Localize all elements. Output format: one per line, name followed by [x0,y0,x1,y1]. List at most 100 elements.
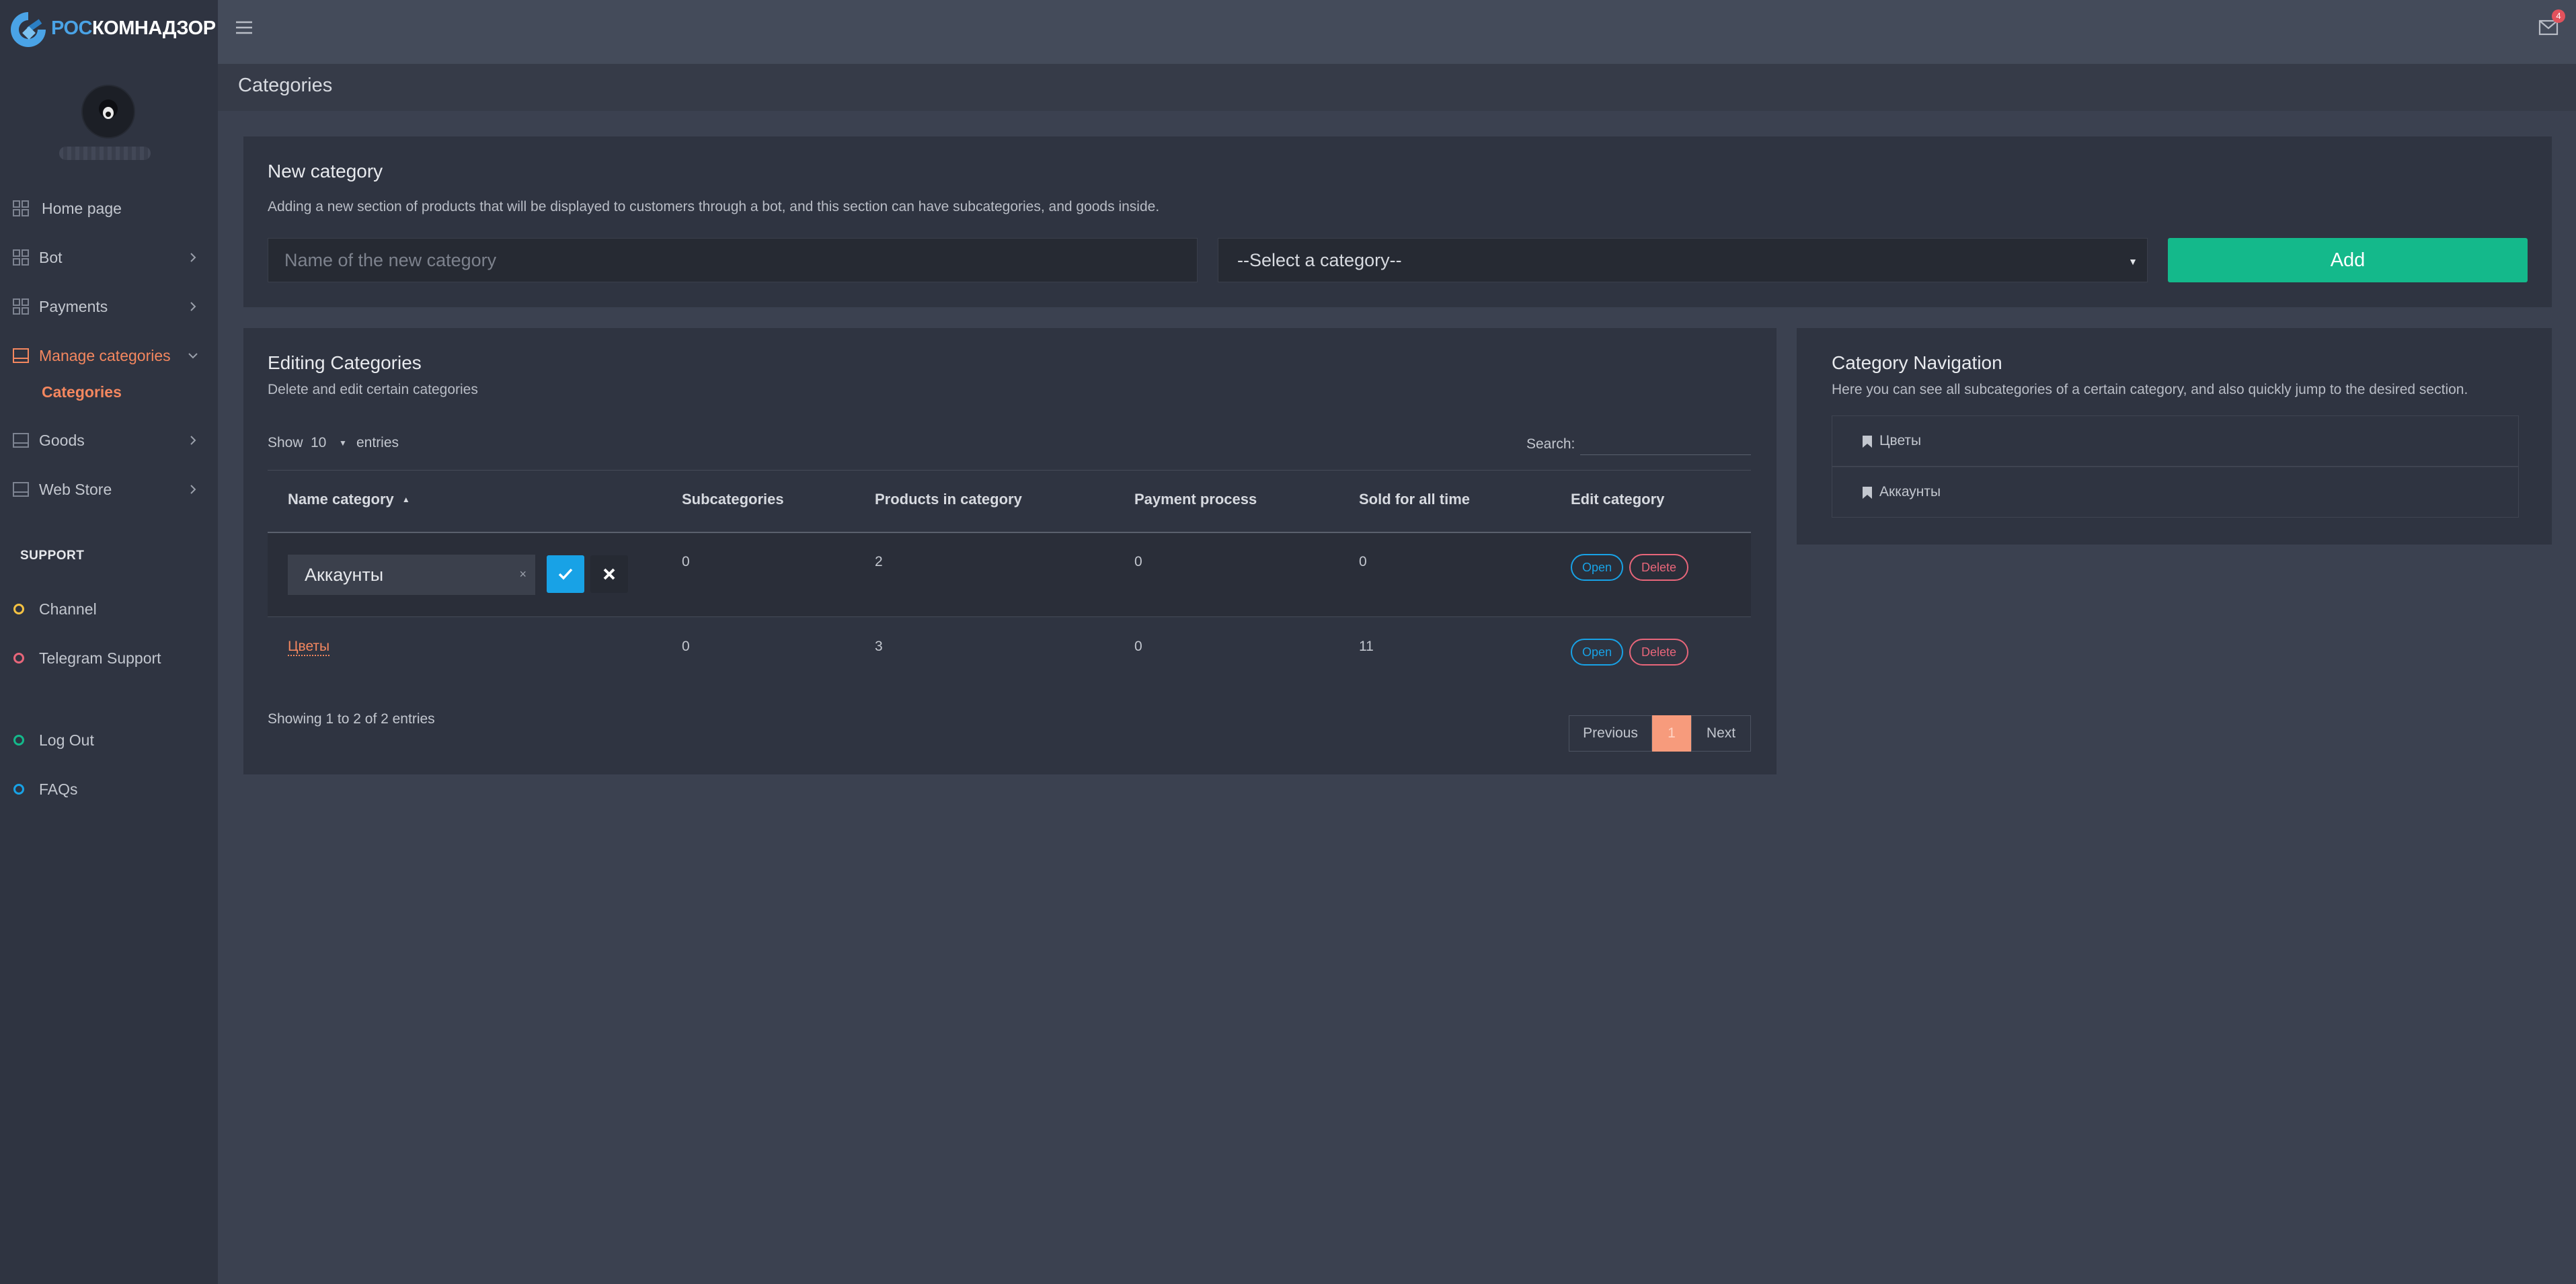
column-header-sold[interactable]: Sold for all time [1359,491,1470,508]
sidebar-item-label: Channel [39,600,97,618]
status-dot-icon [13,604,24,614]
editing-categories-card: Editing Categories Delete and edit certa… [243,328,1777,774]
hamburger-menu-icon[interactable] [234,17,254,38]
sidebar-subitem-categories[interactable]: Categories [42,383,122,401]
sidebar-item-web-store[interactable]: Web Store [0,469,218,510]
navigation-item[interactable]: Аккаунты [1832,467,2519,518]
grid-icon [13,298,29,315]
cell-products: 3 [875,639,883,654]
column-header-label: Name category [288,491,394,508]
chevron-right-icon [190,302,196,311]
delete-button[interactable]: Delete [1629,639,1688,666]
show-label: Show [268,435,303,450]
card-title: Category Navigation [1832,352,2002,373]
sidebar-item-label: Manage categories [39,346,171,364]
sidebar-item-label: Home page [42,199,122,217]
cancel-button[interactable] [590,555,628,593]
sidebar-item-channel[interactable]: Channel [0,589,218,629]
caret-down-icon: ▼ [339,438,347,448]
navigation-item[interactable]: Цветы [1832,415,2519,467]
clear-icon[interactable]: × [519,567,526,581]
select-value: --Select a category-- [1237,249,1402,270]
sidebar-item-label: Telegram Support [39,649,161,667]
status-dot-icon [13,735,24,746]
previous-page-button[interactable]: Previous [1569,715,1652,752]
cell-products: 2 [875,554,883,569]
top-bar: 4 [218,0,2576,64]
divider [268,470,1751,471]
cell-sold: 0 [1359,554,1367,569]
sidebar-item-faqs[interactable]: FAQs [0,769,218,809]
grid-icon [13,249,29,266]
sidebar-item-manage-categories[interactable]: Manage categories [0,335,218,376]
open-button[interactable]: Open [1571,639,1623,666]
sidebar-item-telegram-support[interactable]: Telegram Support [0,638,218,678]
bookmark-icon [1863,436,1872,448]
divider [268,616,1751,617]
open-button[interactable]: Open [1571,554,1623,581]
sidebar: РОСКОМНАДЗОР Home page Bot Payments Mana… [0,0,218,1284]
logo-text-part2: КОМНАДЗОР [91,17,216,39]
card-description: Delete and edit certain categories [268,382,478,397]
card-description: Here you can see all subcategories of a … [1832,382,2468,397]
logo-icon [11,12,46,47]
category-name-edit-input[interactable]: Аккаунты × [288,555,535,595]
page-length-select[interactable]: 10 ▼ [311,435,351,451]
new-category-name-input[interactable]: Name of the new category [268,238,1198,282]
column-header-payment[interactable]: Payment process [1134,491,1257,508]
sidebar-item-home[interactable]: Home page [0,188,218,229]
card-title: Editing Categories [268,352,422,373]
category-name-link[interactable]: Цветы [288,639,330,656]
sidebar-item-payments[interactable]: Payments [0,286,218,327]
layout-icon [13,348,29,363]
confirm-button[interactable] [547,555,584,593]
sidebar-item-label: Bot [39,248,63,266]
delete-button[interactable]: Delete [1629,554,1688,581]
sidebar-item-goods[interactable]: Goods [0,420,218,460]
caret-down-icon: ▼ [2128,256,2138,267]
sort-asc-icon: ▲ [401,495,410,504]
status-dot-icon [13,784,24,795]
column-header-subcategories[interactable]: Subcategories [682,491,784,508]
sidebar-item-label: Payments [39,297,108,315]
card-description: Adding a new section of products that wi… [268,199,1160,214]
cell-payment: 0 [1134,554,1142,569]
cell-payment: 0 [1134,639,1142,654]
logo[interactable]: РОСКОМНАДЗОР [0,0,218,59]
column-header-products[interactable]: Products in category [875,491,1022,508]
sidebar-item-label: Web Store [39,480,112,498]
layout-icon [13,433,29,448]
avatar[interactable] [81,85,135,138]
cell-sold: 11 [1359,639,1374,654]
navigation-item-label: Аккаунты [1879,484,1941,499]
new-category-card: New category Adding a new section of pro… [243,136,2552,307]
category-name-value: Аккаунты [305,564,384,585]
input-placeholder: Name of the new category [284,249,497,270]
sidebar-item-bot[interactable]: Bot [0,237,218,278]
parent-category-select[interactable]: --Select a category-- ▼ [1218,238,2148,282]
logo-text-part1: РОС [51,17,92,39]
add-button[interactable]: Add [2168,238,2528,282]
chevron-right-icon [190,436,196,445]
search-label: Search: [1526,436,1575,452]
card-title: New category [268,161,383,182]
cell-subcategories: 0 [682,554,690,569]
table-info: Showing 1 to 2 of 2 entries [268,711,435,727]
chevron-right-icon [190,485,196,494]
username-blurred [59,147,151,160]
sidebar-item-log-out[interactable]: Log Out [0,720,218,760]
column-header-edit[interactable]: Edit category [1571,491,1664,508]
logo-text: РОСКОМНАДЗОР [51,17,216,40]
cell-subcategories: 0 [682,639,690,654]
next-page-button[interactable]: Next [1691,715,1751,752]
bookmark-icon [1863,487,1872,499]
page-length-value: 10 [311,435,327,450]
page-number-button[interactable]: 1 [1652,715,1691,752]
close-icon [603,568,615,580]
notification-badge: 4 [2552,9,2565,23]
column-header-name[interactable]: Name category ▲ [288,491,410,508]
grid-icon [13,200,29,216]
entries-label: entries [356,435,399,450]
search-input[interactable] [1580,454,1751,455]
sidebar-item-label: Log Out [39,731,94,749]
